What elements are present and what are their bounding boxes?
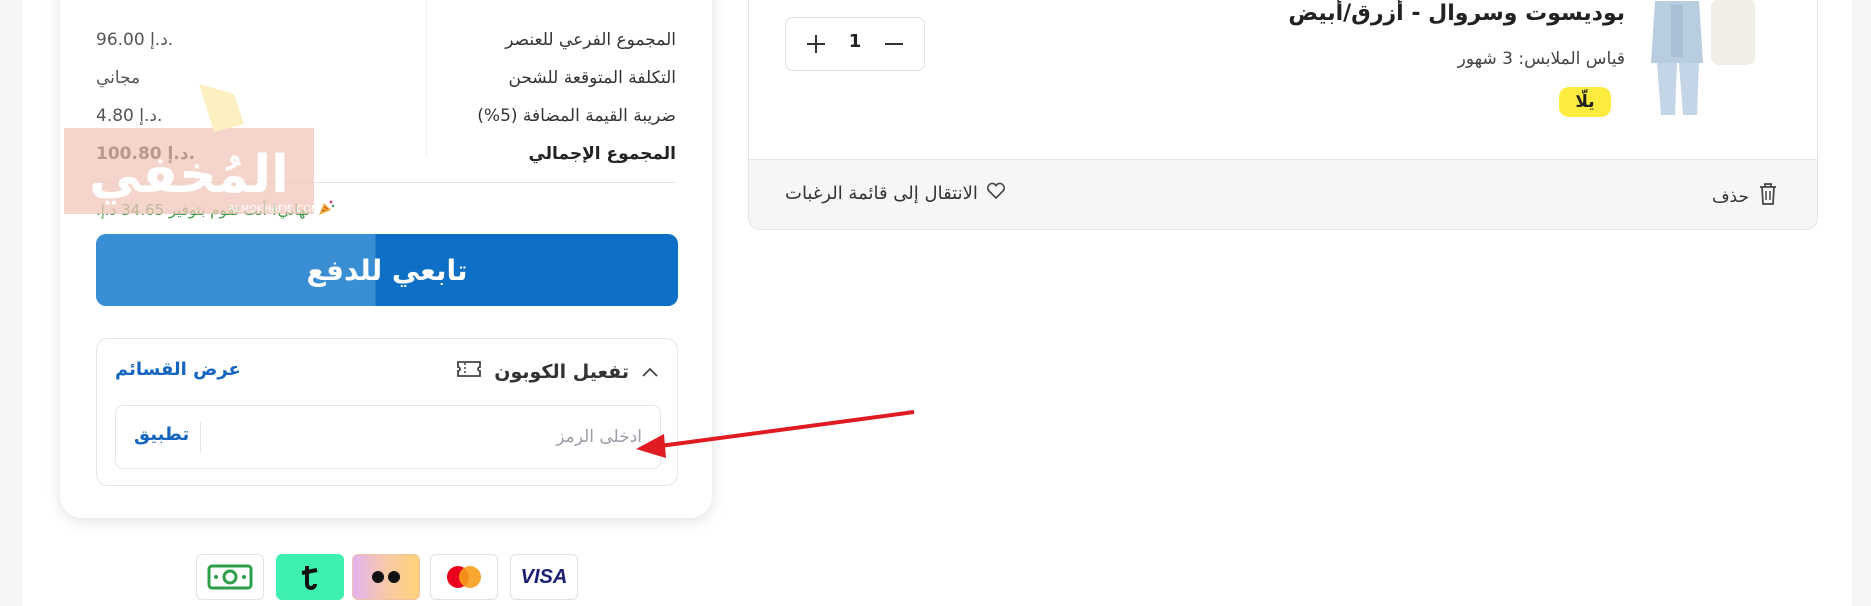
tamara-payment-icon: [352, 554, 420, 600]
subtotal-label: المجموع الفرعي للعنصر: [505, 30, 676, 50]
vat-row: 4.80 د.إ. ضريبة القيمة المضافة (5%): [96, 106, 676, 132]
checkout-button[interactable]: تابعي للدفع: [96, 234, 678, 306]
shipping-row: مجاني التكلفة المتوقعة للشحن: [96, 68, 676, 94]
ticket-icon: [456, 359, 482, 384]
coupon-code-input[interactable]: [220, 418, 644, 456]
coupon-input-wrapper: تطبيق: [115, 405, 661, 469]
total-label: المجموع الإجمالي: [528, 144, 676, 164]
input-separator: [200, 422, 201, 452]
yalla-badge: يلّا: [1559, 87, 1611, 117]
cart-item-card: بوديسوت وسروال - أزرق/أبيض قياس الملابس:…: [748, 0, 1818, 230]
delete-item-button[interactable]: حذف: [1712, 182, 1779, 211]
plus-icon: [807, 35, 825, 53]
subtotal-value: 96.00 د.إ.: [96, 30, 174, 50]
trash-icon: [1757, 182, 1779, 211]
chevron-up-icon: [641, 361, 659, 383]
coupon-toggle[interactable]: تفعيل الكوبون: [456, 359, 659, 384]
heart-icon: [986, 182, 1006, 205]
product-size: قياس الملابس: 3 شهور: [1457, 49, 1625, 69]
coupon-section: تفعيل الكوبون عرض القسائم تطبيق: [96, 338, 678, 486]
vat-label: ضريبة القيمة المضافة (5%): [477, 106, 676, 126]
increase-quantity-button[interactable]: [802, 30, 830, 58]
minus-icon: [885, 43, 903, 45]
move-to-wishlist-button[interactable]: الانتقال إلى قائمة الرغبات: [785, 182, 1006, 205]
show-vouchers-link[interactable]: عرض القسائم: [115, 359, 241, 380]
delete-label: حذف: [1711, 186, 1749, 207]
savings-message: تهاني! أنت تقوم بتوفير 34.65 د.إ.: [96, 198, 336, 222]
coupon-title: تفعيل الكوبون: [494, 360, 629, 383]
cash-payment-icon: [196, 554, 264, 600]
product-title[interactable]: بوديسوت وسروال - أزرق/أبيض: [1288, 1, 1625, 26]
total-value: 100.80 د.إ.: [96, 144, 196, 164]
quantity-value: 1: [848, 31, 862, 52]
apply-coupon-button[interactable]: تطبيق: [134, 424, 189, 445]
decrease-quantity-button[interactable]: [880, 30, 908, 58]
vat-value: 4.80 د.إ.: [96, 106, 163, 126]
shipping-label: التكلفة المتوقعة للشحن: [508, 68, 676, 88]
cart-item-footer: الانتقال إلى قائمة الرغبات حذف: [749, 159, 1817, 229]
subtotal-row: 96.00 د.إ. المجموع الفرعي للعنصر: [96, 30, 676, 56]
visa-label: VISA: [520, 565, 568, 588]
shipping-value: مجاني: [96, 68, 141, 88]
summary-divider: [96, 182, 676, 183]
mastercard-payment-icon: [430, 554, 498, 600]
tabby-payment-icon: [276, 554, 344, 600]
visa-payment-icon: VISA: [510, 554, 578, 600]
quantity-stepper: 1: [785, 17, 925, 71]
product-image[interactable]: [1641, 0, 1761, 119]
party-icon: [316, 198, 336, 222]
wishlist-label: الانتقال إلى قائمة الرغبات: [785, 183, 978, 204]
order-summary-card: 96.00 د.إ. المجموع الفرعي للعنصر مجاني ا…: [60, 0, 712, 518]
total-row: 100.80 د.إ. المجموع الإجمالي: [96, 144, 676, 170]
savings-text: تهاني! أنت تقوم بتوفير 34.65 د.إ.: [96, 201, 310, 219]
